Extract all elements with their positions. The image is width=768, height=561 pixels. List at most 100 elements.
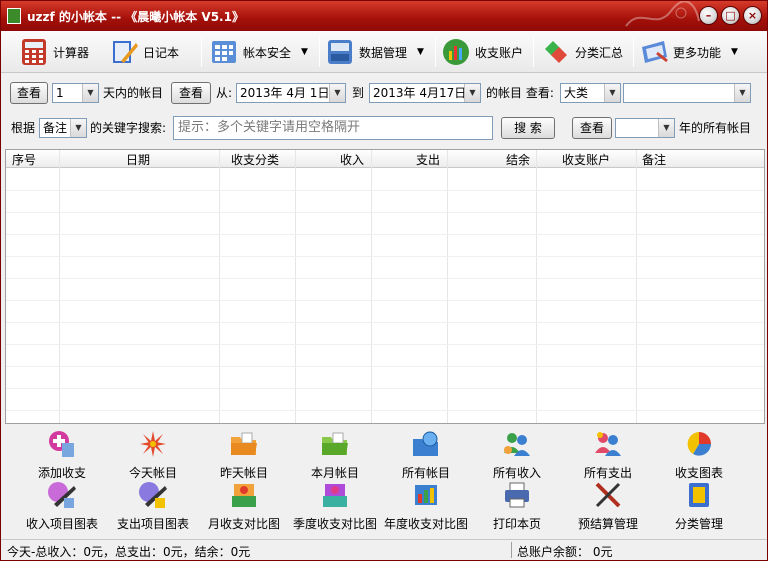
column-divider — [59, 150, 60, 423]
category-detail-select[interactable]: ▼ — [623, 83, 751, 103]
budget-icon — [595, 482, 621, 508]
column-header-income[interactable]: 收入 — [340, 151, 364, 168]
total-balance-text: 总账户余额： 0元 — [517, 545, 613, 559]
to-date-value: 2013年 4月17日 — [373, 86, 467, 100]
category-manage-label: 分类管理 — [674, 517, 723, 531]
search-field-value: 备注 — [43, 121, 68, 135]
category-select[interactable]: 大类 ▼ — [560, 83, 621, 103]
all-income-button[interactable]: 所有收入 — [472, 429, 562, 481]
summary-label: 分类汇总 — [575, 45, 624, 60]
chevron-down-icon[interactable]: ▼ — [604, 84, 620, 102]
toolbar-separator — [319, 37, 320, 67]
column-header-balance[interactable]: 结余 — [506, 151, 530, 168]
print-button[interactable]: 打印本页 — [472, 480, 562, 532]
data-manage-button[interactable]: 数据管理 ▼ — [325, 34, 424, 70]
search-by-label: 根据 — [11, 121, 36, 135]
search-button[interactable]: 搜 索 — [501, 117, 555, 139]
column-header-account[interactable]: 收支账户 — [562, 151, 610, 168]
row-divider — [6, 256, 764, 257]
title-bar[interactable]: uzzf 的小帐本 -- 《晨曦小帐本 V5.1》 – □ × — [1, 1, 767, 31]
status-divider — [511, 542, 512, 558]
expense-chart-button[interactable]: 支出项目图表 — [108, 480, 198, 532]
from-label: 从: — [216, 86, 233, 100]
chevron-down-icon[interactable]: ▼ — [329, 84, 345, 102]
view-range-button[interactable]: 查看 — [171, 82, 211, 104]
security-icon — [212, 41, 236, 63]
more-icon — [642, 41, 668, 63]
days-label: 天内的帐目 — [103, 86, 164, 100]
chevron-down-icon[interactable]: ▼ — [417, 47, 424, 57]
all-expense-button[interactable]: 所有支出 — [563, 429, 653, 481]
accounts-table[interactable]: 序号 日期 收支分类 收入 支出 结余 收支账户 备注 — [5, 149, 765, 424]
accounts-button[interactable]: 收支账户 — [441, 34, 523, 70]
month-compare-button[interactable]: 月收支对比图 — [199, 480, 289, 532]
chart-button[interactable]: 收支图表 — [654, 429, 744, 481]
days-select[interactable]: 1 ▼ — [52, 83, 99, 103]
category-value: 大类 — [564, 86, 589, 100]
chevron-down-icon[interactable]: ▼ — [658, 119, 674, 137]
row-divider — [6, 212, 764, 213]
view-year-button[interactable]: 查看 — [572, 117, 612, 139]
column-header-date[interactable]: 日期 — [126, 151, 150, 168]
close-button[interactable]: × — [743, 6, 762, 25]
account-icon — [443, 39, 469, 65]
notebook-button[interactable]: 日记本 — [109, 34, 179, 70]
from-date-picker[interactable]: 2013年 4月 1日 ▼ — [236, 83, 346, 103]
security-button[interactable]: 帐本安全 ▼ — [209, 34, 308, 70]
column-divider — [447, 150, 448, 423]
search-field-select[interactable]: 备注 ▼ — [39, 118, 87, 138]
income-chart-icon — [48, 482, 76, 508]
to-date-picker[interactable]: 2013年 4月17日 ▼ — [369, 83, 481, 103]
quarter-compare-button[interactable]: 季度收支对比图 — [290, 480, 380, 532]
column-header-note[interactable]: 备注 — [642, 151, 666, 168]
minimize-button[interactable]: – — [699, 6, 718, 25]
budget-button[interactable]: 预结算管理 — [563, 480, 653, 532]
chevron-down-icon[interactable]: ▼ — [70, 119, 86, 137]
calculator-button[interactable]: 计算器 — [19, 34, 89, 70]
summary-button[interactable]: 分类汇总 — [541, 34, 623, 70]
year-select[interactable]: ▼ — [615, 118, 675, 138]
security-label: 帐本安全 — [243, 45, 292, 60]
notebook-icon — [113, 41, 138, 63]
income-chart-label: 收入项目图表 — [25, 517, 98, 531]
expense-chart-label: 支出项目图表 — [116, 517, 189, 531]
all-expense-icon — [595, 432, 621, 456]
chevron-down-icon[interactable]: ▼ — [464, 84, 480, 102]
chevron-down-icon[interactable]: ▼ — [301, 47, 308, 57]
yesterday-button[interactable]: 昨天帐目 — [199, 429, 289, 481]
table-header: 序号 日期 收支分类 收入 支出 结余 收支账户 备注 — [6, 150, 764, 168]
column-header-expense[interactable]: 支出 — [416, 151, 440, 168]
month-button[interactable]: 本月帐目 — [290, 429, 380, 481]
all-accounts-button[interactable]: 所有帐目 — [381, 429, 471, 481]
all-income-label: 所有收入 — [492, 466, 541, 480]
income-chart-button[interactable]: 收入项目图表 — [17, 480, 107, 532]
column-header-category[interactable]: 收支分类 — [231, 151, 279, 168]
column-divider — [295, 150, 296, 423]
toolbar-separator — [633, 37, 634, 67]
today-label: 今天帐目 — [128, 466, 177, 480]
row-divider — [6, 278, 764, 279]
column-header-index[interactable]: 序号 — [12, 151, 36, 168]
column-divider — [536, 150, 537, 423]
today-button[interactable]: 今天帐目 — [108, 429, 198, 481]
chevron-down-icon[interactable]: ▼ — [731, 47, 738, 57]
category-manage-button[interactable]: 分类管理 — [654, 480, 744, 532]
today-icon — [140, 431, 166, 457]
keyword-search-input[interactable]: 提示：多个关键字请用空格隔开 — [173, 116, 493, 140]
all-income-icon — [504, 433, 530, 456]
year-label: 年的所有帐目 — [679, 121, 752, 135]
view-days-button[interactable]: 查看 — [10, 82, 48, 104]
add-entry-label: 添加收支 — [37, 466, 86, 480]
expense-chart-icon — [139, 482, 167, 508]
add-entry-button[interactable]: 添加收支 — [17, 429, 107, 481]
budget-label: 预结算管理 — [577, 517, 638, 531]
year-compare-button[interactable]: 年度收支对比图 — [381, 480, 471, 532]
print-label: 打印本页 — [492, 517, 541, 531]
more-button[interactable]: 更多功能 ▼ — [639, 34, 738, 70]
chevron-down-icon[interactable]: ▼ — [82, 84, 98, 102]
chevron-down-icon[interactable]: ▼ — [734, 84, 750, 102]
toolbar-separator — [201, 37, 202, 67]
maximize-button[interactable]: □ — [721, 6, 740, 25]
days-value: 1 — [56, 86, 64, 100]
column-divider — [636, 150, 637, 423]
